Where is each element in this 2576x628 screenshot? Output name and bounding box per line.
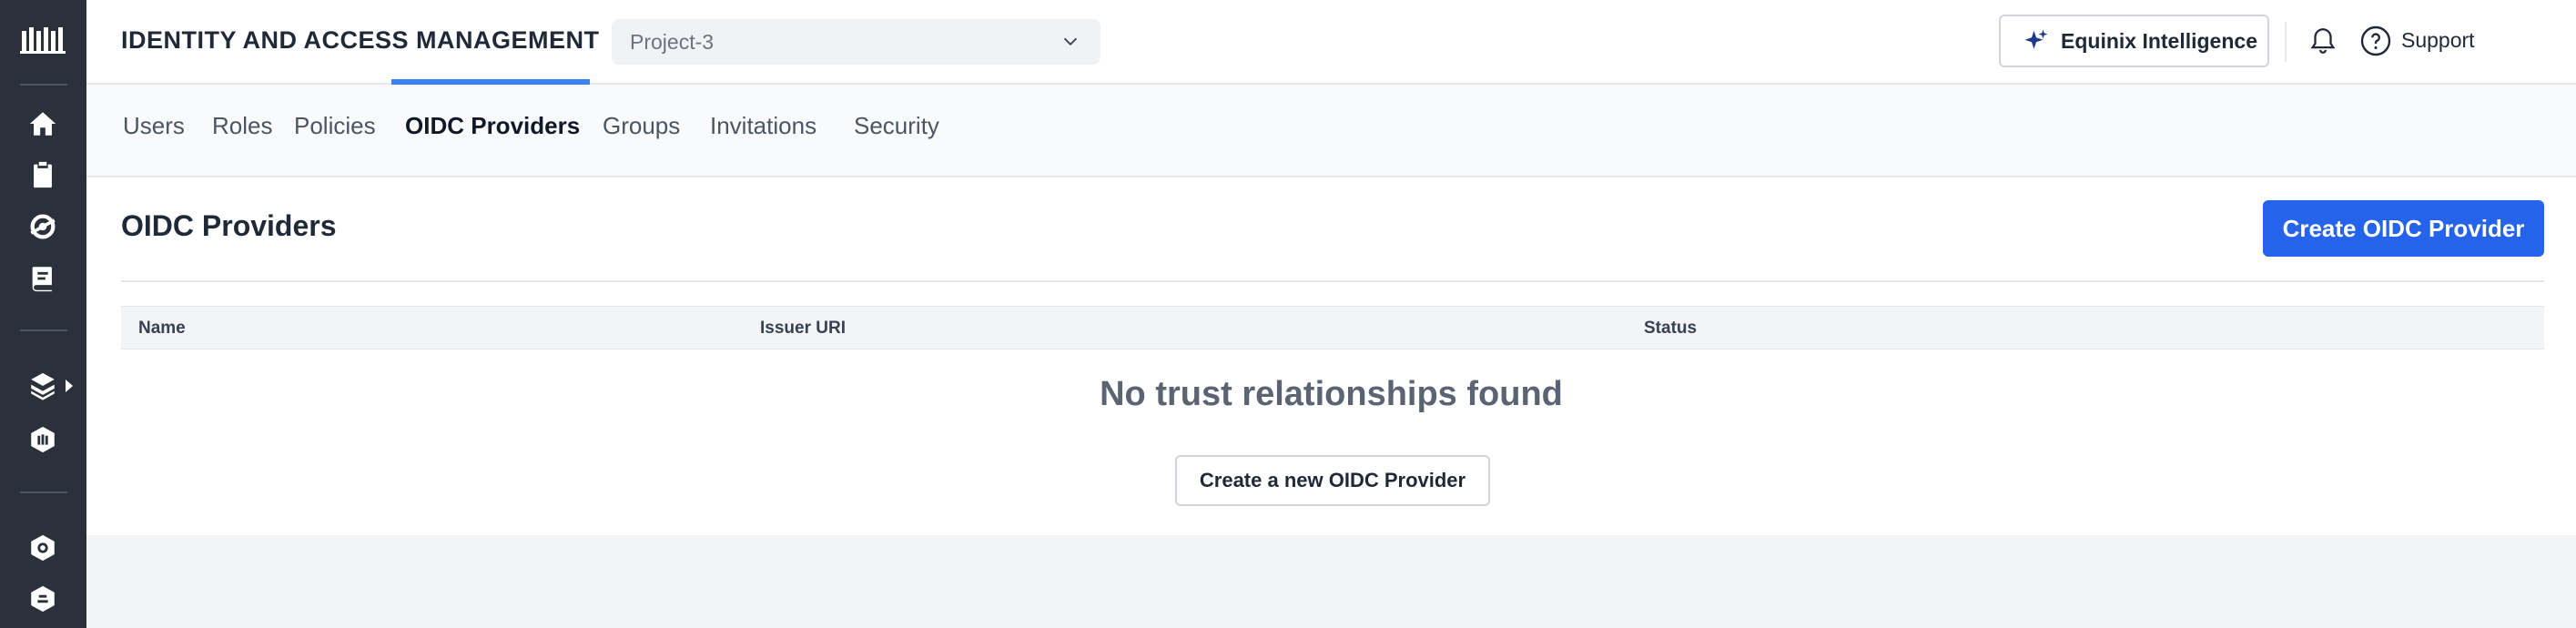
clipboard-icon[interactable] [25,157,60,192]
header-divider [2285,22,2287,62]
help-circle-icon[interactable] [2359,25,2392,57]
tab-groups[interactable]: Groups [603,112,680,140]
create-new-oidc-provider-button[interactable]: Create a new OIDC Provider [1175,455,1490,506]
top-header: IDENTITY AND ACCESS MANAGEMENT Project-3… [86,0,2576,85]
app-title: IDENTITY AND ACCESS MANAGEMENT [121,26,600,54]
column-header-issuer-uri[interactable]: Issuer URI [760,319,846,339]
column-header-name[interactable]: Name [138,319,186,339]
sidebar [0,0,86,628]
book-icon[interactable] [25,261,60,296]
equinix-box-icon[interactable] [25,422,60,457]
tab-bar: Users Roles Policies OIDC Providers Grou… [86,85,2576,177]
empty-state-title: No trust relationships found [1100,375,1563,413]
sidebar-divider [20,491,67,493]
main-panel: OIDC Providers Create OIDC Provider Name… [86,177,2576,535]
expand-caret-icon[interactable] [66,380,73,392]
tab-roles[interactable]: Roles [212,112,272,140]
tab-security[interactable]: Security [854,112,939,140]
column-header-status[interactable]: Status [1644,319,1697,339]
project-select[interactable]: Project-3 [612,19,1100,65]
support-link[interactable]: Support [2401,28,2475,53]
network-cube-icon[interactable] [25,582,60,616]
settings-cube-icon[interactable] [25,531,60,565]
home-icon[interactable] [25,106,60,141]
sidebar-divider [20,329,67,331]
equinix-intelligence-button[interactable]: Equinix Intelligence [1999,15,2269,67]
panel-divider [121,280,2544,282]
equinix-intelligence-label: Equinix Intelligence [2061,28,2257,53]
sparkle-icon [2024,29,2048,49]
tab-users[interactable]: Users [123,112,185,140]
project-select-value: Project-3 [630,30,715,54]
create-oidc-provider-button[interactable]: Create OIDC Provider [2263,200,2544,257]
bell-icon[interactable] [2307,25,2338,56]
sidebar-divider [20,84,67,86]
page-title: OIDC Providers [121,209,337,242]
tab-policies[interactable]: Policies [294,112,376,140]
layers-icon[interactable] [25,369,60,403]
table-header: Name Issuer URI Status [121,306,2544,349]
equinix-logo-icon[interactable] [18,24,67,58]
chevron-down-icon [1063,37,1078,46]
tab-invitations[interactable]: Invitations [710,112,816,140]
tab-oidc-providers[interactable]: OIDC Providers [405,112,580,140]
globe-icon[interactable] [25,209,60,244]
